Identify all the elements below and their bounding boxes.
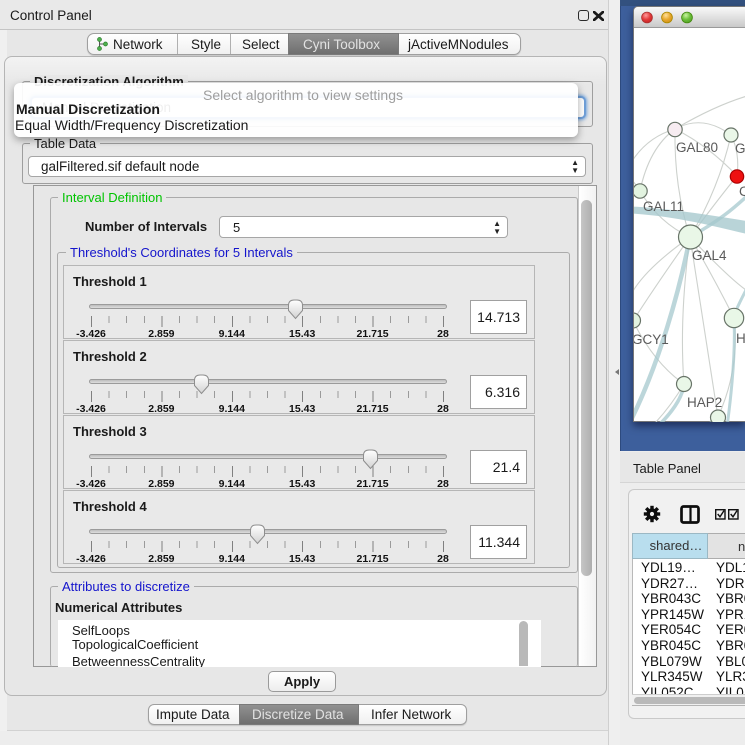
svg-text:GAL11: GAL11	[643, 199, 684, 214]
svg-text:HIS7: HIS7	[736, 331, 745, 346]
svg-text:CDC6: CDC6	[739, 184, 745, 199]
svg-text:GAL4: GAL4	[692, 248, 727, 263]
svg-text:GAL80: GAL80	[676, 140, 718, 155]
svg-text:HAP2: HAP2	[687, 395, 722, 410]
svg-text:GCY1: GCY1	[634, 332, 669, 347]
svg-text:GAL2: GAL2	[735, 141, 745, 156]
